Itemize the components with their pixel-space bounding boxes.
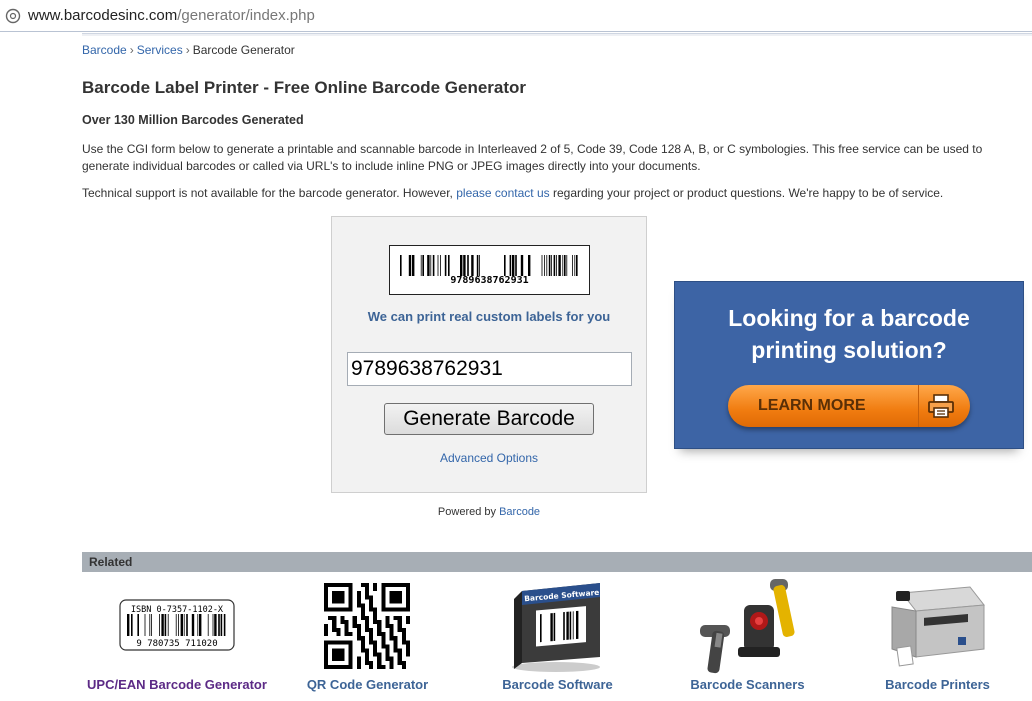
- upc-ean-barcode-icon: ISBN 0-7357-1102-X 9 780735 711020: [119, 599, 235, 651]
- globe-icon: [5, 8, 21, 24]
- related-heading: Related: [89, 555, 133, 569]
- support-text-after: regarding your project or product questi…: [549, 186, 944, 200]
- related-item-barcode-scanners[interactable]: Barcode Scanners: [670, 575, 825, 700]
- barcode-scanners-icon: [700, 579, 795, 674]
- related-item-label[interactable]: UPC/EAN Barcode Generator: [82, 677, 272, 692]
- intro-paragraph: Use the CGI form below to generate a pri…: [82, 142, 983, 173]
- breadcrumb-current: Barcode Generator: [192, 43, 295, 57]
- powered-by-text: Powered by: [437, 506, 500, 518]
- powered-by: Powered by Barcode: [331, 506, 647, 518]
- barcode-preview: 9789638762931: [389, 245, 590, 295]
- breadcrumb-link-services[interactable]: Services: [137, 43, 183, 57]
- breadcrumb: Barcode › Services › Barcode Generator: [82, 43, 295, 57]
- barcode-preview-number: 9789638762931: [450, 275, 529, 286]
- support-text-before: Technical support is not available for t…: [82, 186, 457, 200]
- related-item-label[interactable]: Barcode Software: [480, 677, 635, 692]
- custom-labels-tagline: We can print real custom labels for you: [367, 309, 611, 324]
- upc-isbn-text: ISBN 0-7357-1102-X: [131, 605, 224, 615]
- breadcrumb-link-barcode[interactable]: Barcode: [82, 43, 127, 57]
- advanced-options-link[interactable]: Advanced Options: [332, 451, 646, 465]
- related-item-barcode-software[interactable]: Barcode Software Barcode Software: [480, 575, 635, 700]
- printer-icon: [928, 394, 954, 418]
- header-divider: [82, 33, 1032, 36]
- ad-title-line-1: Looking for a barcode: [728, 305, 970, 331]
- related-item-label[interactable]: QR Code Generator: [290, 677, 445, 692]
- learn-more-label: LEARN MORE: [758, 397, 866, 414]
- ad-title-line-2: printing solution?: [751, 337, 947, 363]
- barcode-generator-form: 9789638762931 We can print real custom l…: [331, 216, 647, 493]
- upc-digits: 9 780735 711020: [136, 639, 217, 649]
- contact-us-link[interactable]: please contact us: [456, 186, 549, 200]
- ad-title: Looking for a barcode printing solution?: [675, 302, 1023, 366]
- related-item-label[interactable]: Barcode Printers: [860, 677, 1015, 692]
- barcode-printer-icon: [891, 586, 985, 667]
- page-title: Barcode Label Printer - Free Online Barc…: [82, 78, 527, 97]
- related-item-label[interactable]: Barcode Scanners: [670, 677, 825, 692]
- url-text[interactable]: www.barcodesinc.com/generator/index.php: [28, 7, 315, 24]
- page-subtitle: Over 130 Million Barcodes Generated: [82, 113, 304, 127]
- related-section-header: Related: [82, 552, 1032, 572]
- barcode-bars-icon: [400, 255, 578, 276]
- breadcrumb-separator: ›: [185, 43, 190, 57]
- powered-by-barcode-link[interactable]: Barcode: [499, 506, 540, 518]
- ad-button-divider: [918, 385, 919, 427]
- qr-code-icon: [324, 583, 410, 669]
- url-host: www.barcodesinc.com: [28, 7, 178, 24]
- related-item-qr-code[interactable]: QR Code Generator: [290, 575, 445, 700]
- breadcrumb-separator: ›: [129, 43, 134, 57]
- url-path: /generator/index.php: [177, 7, 315, 24]
- related-item-upc-ean[interactable]: ISBN 0-7357-1102-X 9 780735 711020 UPC/E…: [82, 575, 272, 700]
- barcode-software-box-icon: Barcode Software: [512, 583, 600, 672]
- address-bar[interactable]: www.barcodesinc.com/generator/index.php: [0, 0, 1032, 32]
- generate-barcode-button[interactable]: Generate Barcode: [384, 403, 594, 435]
- learn-more-button[interactable]: LEARN MORE: [728, 385, 970, 427]
- related-item-barcode-printers[interactable]: Barcode Printers: [860, 575, 1015, 700]
- printing-solution-ad[interactable]: Looking for a barcode printing solution?…: [674, 281, 1024, 449]
- barcode-value-input[interactable]: [347, 352, 632, 386]
- support-paragraph: Technical support is not available for t…: [82, 186, 1032, 200]
